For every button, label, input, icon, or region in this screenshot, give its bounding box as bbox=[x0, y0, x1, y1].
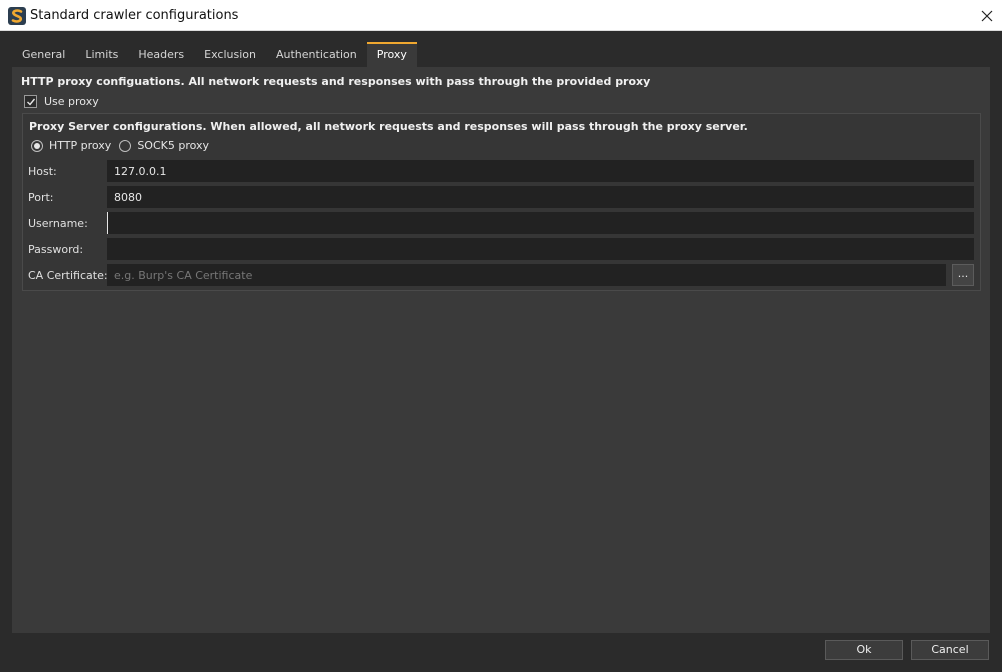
password-label: Password: bbox=[28, 243, 84, 256]
checkmark-icon bbox=[26, 98, 35, 106]
tab-exclusion[interactable]: Exclusion bbox=[194, 43, 266, 67]
window-title: Standard crawler configurations bbox=[30, 8, 239, 23]
proxy-panel: HTTP proxy configuations. All network re… bbox=[12, 67, 990, 633]
title-bar: Standard crawler configurations bbox=[0, 0, 1002, 31]
username-input[interactable] bbox=[107, 212, 974, 234]
host-row: Host: bbox=[23, 160, 980, 184]
tab-general[interactable]: General bbox=[12, 43, 75, 67]
radio-http-proxy[interactable]: HTTP proxy bbox=[31, 139, 111, 152]
use-proxy-label: Use proxy bbox=[44, 95, 99, 108]
proxy-type-radios: HTTP proxy SOCK5 proxy bbox=[31, 139, 217, 152]
tab-bar: General Limits Headers Exclusion Authent… bbox=[12, 42, 417, 67]
tab-limits[interactable]: Limits bbox=[75, 43, 128, 67]
radio-button-unselected[interactable] bbox=[119, 139, 132, 152]
close-button[interactable] bbox=[972, 0, 1002, 31]
cancel-button[interactable]: Cancel bbox=[911, 640, 989, 660]
tab-headers[interactable]: Headers bbox=[128, 43, 194, 67]
s-logo-icon bbox=[8, 7, 26, 25]
tab-authentication[interactable]: Authentication bbox=[266, 43, 367, 67]
radio-http-label: HTTP proxy bbox=[49, 139, 112, 152]
proxy-server-group: Proxy Server configurations. When allowe… bbox=[22, 113, 981, 291]
username-row: Username: bbox=[23, 212, 980, 236]
port-input[interactable] bbox=[107, 186, 974, 208]
ok-button[interactable]: Ok bbox=[825, 640, 903, 660]
port-label: Port: bbox=[28, 191, 54, 204]
tab-proxy[interactable]: Proxy bbox=[366, 42, 417, 67]
proxy-server-heading: Proxy Server configurations. When allowe… bbox=[29, 120, 748, 133]
ca-certificate-label: CA Certificate: bbox=[28, 269, 108, 282]
port-row: Port: bbox=[23, 186, 980, 210]
radio-button-selected[interactable] bbox=[31, 139, 43, 152]
ca-certificate-row: CA Certificate: ... bbox=[23, 264, 980, 288]
username-label: Username: bbox=[28, 217, 88, 230]
ca-certificate-input[interactable] bbox=[107, 264, 946, 286]
host-label: Host: bbox=[28, 165, 57, 178]
browse-button[interactable]: ... bbox=[952, 264, 974, 286]
use-proxy-checkbox[interactable]: Use proxy bbox=[24, 95, 99, 108]
password-row: Password: bbox=[23, 238, 980, 262]
radio-socks-proxy[interactable]: SOCK5 proxy bbox=[119, 139, 209, 152]
checkbox-box[interactable] bbox=[24, 95, 37, 108]
proxy-heading: HTTP proxy configuations. All network re… bbox=[21, 75, 651, 88]
host-input[interactable] bbox=[107, 160, 974, 182]
close-icon bbox=[981, 10, 993, 21]
password-input[interactable] bbox=[107, 238, 974, 260]
radio-socks-label: SOCK5 proxy bbox=[137, 139, 210, 152]
